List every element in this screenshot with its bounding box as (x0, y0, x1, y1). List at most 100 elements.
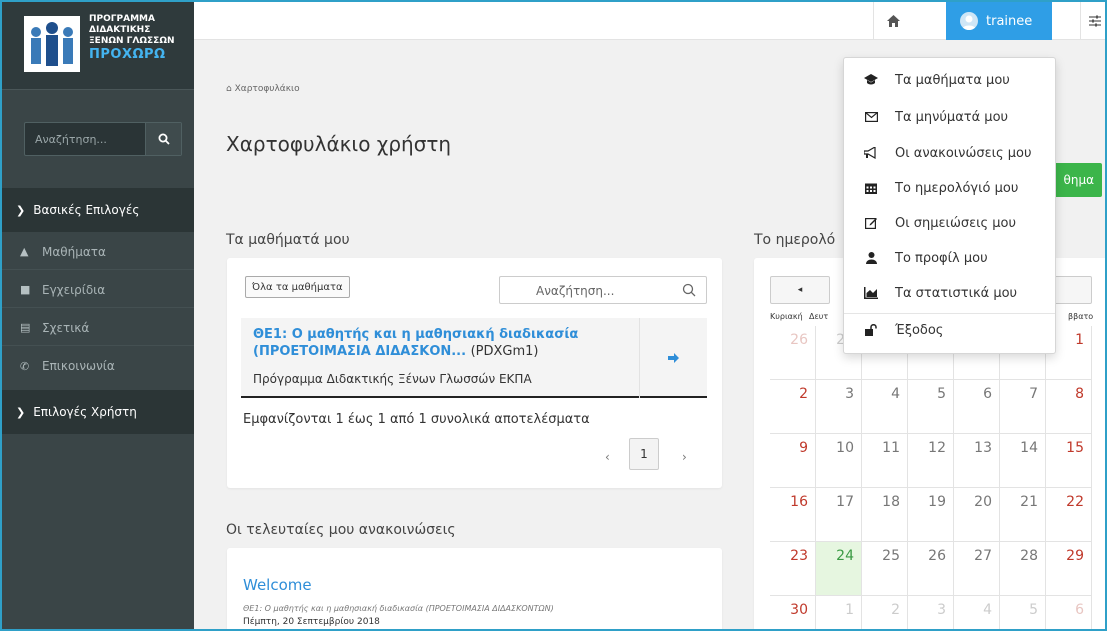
enter-course-button[interactable] (639, 318, 707, 398)
calendar-day[interactable]: 2 (770, 380, 816, 434)
calendar-day[interactable]: 14 (1000, 434, 1046, 488)
calendar-day[interactable]: 11 (862, 434, 908, 488)
calendar-day[interactable]: 27 (954, 542, 1000, 596)
card-icon: ▤ (20, 321, 31, 334)
envelope-icon (864, 112, 878, 122)
calendar-day[interactable]: 4 (954, 596, 1000, 629)
announcement-link[interactable]: Welcome (243, 576, 312, 594)
table-row: ΘΕ1: Ο μαθητής και η μαθησιακή διαδικασί… (241, 318, 707, 398)
sidebar-item-label: Εγχειρίδια (42, 282, 106, 297)
calendar-day[interactable]: 8 (1046, 380, 1092, 434)
sidebar-item-label: Σχετικά (42, 320, 90, 335)
calendar-day[interactable]: 16 (770, 488, 816, 542)
calendar-day[interactable]: 5 (1000, 596, 1046, 629)
calendar-day[interactable]: 22 (1046, 488, 1092, 542)
calendar-day[interactable]: 26 (770, 326, 816, 380)
page-title: Χαρτοφυλάκιο χρήστη (226, 132, 452, 156)
announcements-section-title: Οι τελευταίες μου ανακοινώσεις (226, 522, 456, 538)
logo[interactable]: ΠΡΟΓΡΑΜΜΑ ΔΙΔΑΚΤΙΚΗΣ ΞΕΝΩΝ ΓΛΩΣΣΩΝ ΠΡΟΧΩ… (2, 2, 194, 90)
sidebar-search-input[interactable]: Αναζήτηση... (35, 133, 107, 146)
course-program: Πρόγραμμα Διδακτικής Ξένων Γλωσσών ΕΚΠΑ (253, 372, 532, 386)
course-search-input[interactable]: Αναζήτηση... (499, 276, 707, 304)
menu-item-label: Το ημερολόγιό μου (895, 180, 1019, 196)
calendar-day[interactable]: 15 (1046, 434, 1092, 488)
avatar (960, 12, 978, 30)
calendar-day[interactable]: 4 (862, 380, 908, 434)
calendar-day[interactable]: 24 (816, 542, 862, 596)
home-button[interactable] (873, 2, 913, 40)
menu-item-logout[interactable]: Έξοδος (844, 313, 1055, 347)
calendar-day[interactable]: 2 (862, 596, 908, 629)
calendar-day[interactable]: 13 (954, 434, 1000, 488)
calendar-day[interactable]: 17 (816, 488, 862, 542)
calendar-day[interactable]: 3 (816, 380, 862, 434)
sidebar-section-basic[interactable]: ❯ Βασικές Επιλογές (2, 188, 194, 232)
calendar-day[interactable]: 21 (1000, 488, 1046, 542)
menu-item-my-courses[interactable]: Τα μαθήματα μου (844, 63, 1055, 97)
menu-item-my-profile[interactable]: Το προφίλ μου (844, 241, 1055, 275)
calendar-day[interactable]: 9 (770, 434, 816, 488)
menu-item-label: Τα μαθήματα μου (895, 72, 1010, 88)
calendar-day[interactable]: 10 (816, 434, 862, 488)
calendar-day[interactable]: 28 (1000, 542, 1046, 596)
calendar-day[interactable]: 5 (908, 380, 954, 434)
sidebar-section-label: Βασικές Επιλογές (33, 203, 140, 217)
user-avatar-icon (962, 15, 976, 30)
menu-item-my-notes[interactable]: Οι σημειώσεις μου (844, 206, 1055, 240)
calendar-prev-button[interactable]: ◂ (770, 276, 830, 304)
calendar-day[interactable]: 30 (770, 596, 816, 629)
sidebar-item-courses[interactable]: ▲ Μαθήματα (2, 234, 194, 270)
logo-line-brand: ΠΡΟΧΩΡΩ (89, 47, 166, 62)
menu-item-my-messages[interactable]: Τα μηνύματά μου (844, 100, 1055, 134)
logo-line: ΞΕΝΩΝ ΓΛΩΣΣΩΝ (89, 36, 175, 46)
calendar-day[interactable]: 12 (908, 434, 954, 488)
home-icon (887, 15, 900, 27)
course-title-link[interactable]: ΘΕ1: Ο μαθητής και η μαθησιακή διαδικασί… (253, 326, 613, 360)
sidebar-section-user[interactable]: ❯ Επιλογές Χρήστη (2, 390, 194, 434)
calendar-day[interactable]: 25 (862, 542, 908, 596)
announcement-course: ΘΕ1: Ο μαθητής και η μαθησιακή διαδικασί… (243, 604, 554, 613)
pager-page-1[interactable]: 1 (629, 438, 659, 470)
top-navbar: trainee (194, 2, 1105, 40)
calendar-day[interactable]: 3 (908, 596, 954, 629)
people-logo-icon (24, 16, 80, 72)
calendar-day[interactable]: 19 (908, 488, 954, 542)
user-icon (864, 252, 878, 264)
user-menu-button[interactable]: trainee (946, 2, 1052, 40)
calendar-day[interactable]: 6 (954, 380, 1000, 434)
calendar-day[interactable]: 26 (908, 542, 954, 596)
calendar-icon (864, 182, 878, 194)
menu-item-my-calendar[interactable]: Το ημερολόγιό μου (844, 171, 1055, 205)
caret-left-icon: ◂ (797, 285, 803, 295)
calendar-day[interactable]: 29 (1046, 542, 1092, 596)
menu-item-label: Τα μηνύματά μου (895, 109, 1009, 125)
menu-item-my-statistics[interactable]: Τα στατιστικά μου (844, 276, 1055, 310)
all-courses-button[interactable]: Όλα τα μαθήματα (245, 276, 350, 298)
calendar-day[interactable]: 1 (816, 596, 862, 629)
sidebar-item-contact[interactable]: ✆ Επικοινωνία (2, 348, 194, 384)
calendar-day[interactable]: 23 (770, 542, 816, 596)
menu-item-label: Τα στατιστικά μου (895, 285, 1018, 301)
course-search-placeholder: Αναζήτηση... (536, 284, 615, 298)
breadcrumb[interactable]: ⌂ Χαρτοφυλάκιο (226, 84, 300, 94)
menu-item-label: Έξοδος (895, 322, 944, 338)
sidebar-item-manuals[interactable]: ■ Εγχειρίδια (2, 272, 194, 308)
app-window: ΠΡΟΓΡΑΜΜΑ ΔΙΔΑΚΤΙΚΗΣ ΞΕΝΩΝ ΓΛΩΣΣΩΝ ΠΡΟΧΩ… (0, 0, 1107, 631)
settings-button[interactable] (1080, 2, 1105, 40)
calendar-day[interactable]: 6 (1046, 596, 1092, 629)
pager-next[interactable]: › (682, 450, 687, 464)
logo-line: ΠΡΟΓΡΑΜΜΑ (89, 14, 155, 24)
menu-item-my-announcements[interactable]: Οι ανακοινώσεις μου (844, 136, 1055, 170)
graduation-cap-icon: ▲ (20, 245, 29, 258)
menu-item-label: Οι ανακοινώσεις μου (895, 145, 1032, 161)
graduation-cap-icon (864, 74, 878, 86)
calendar-day[interactable]: 20 (954, 488, 1000, 542)
pager-prev[interactable]: ‹ (605, 450, 610, 464)
sidebar-item-about[interactable]: ▤ Σχετικά (2, 310, 194, 346)
sidebar-search[interactable]: Αναζήτηση... (24, 122, 182, 156)
calendar-day[interactable]: 18 (862, 488, 908, 542)
sidebar-search-button[interactable] (145, 123, 181, 155)
phone-icon: ✆ (20, 359, 30, 373)
calendar-day[interactable]: 7 (1000, 380, 1046, 434)
calendar-section-title: Το ημερολό (754, 232, 836, 248)
